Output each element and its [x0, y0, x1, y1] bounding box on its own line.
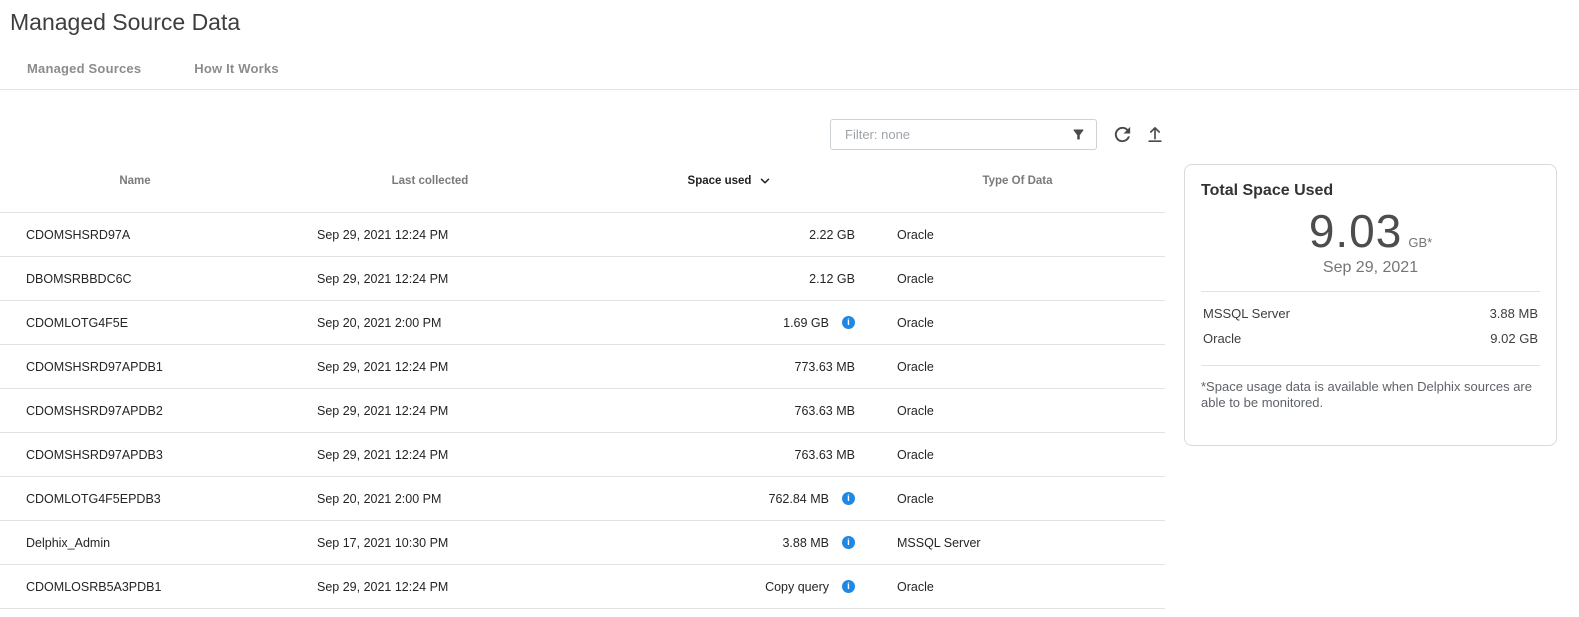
- space-used-cell: 2.22 GB i: [590, 228, 870, 242]
- info-icon[interactable]: i: [842, 536, 855, 549]
- table-row[interactable]: CDOMSHSRD97APDB2 Sep 29, 2021 12:24 PM 7…: [0, 389, 1165, 433]
- breakdown-value: 9.02 GB: [1490, 331, 1538, 346]
- space-used-cell: 773.63 MB i: [590, 360, 870, 374]
- last-collected: Sep 29, 2021 12:24 PM: [270, 228, 590, 242]
- upload-icon: [1145, 124, 1165, 145]
- main-content: Name Last collected Space used Type Of D…: [0, 90, 1579, 609]
- column-header-space-used-label: Space used: [688, 175, 752, 187]
- filter-input[interactable]: [843, 126, 1071, 143]
- space-used-cell: 763.63 MB i: [590, 404, 870, 418]
- refresh-icon: [1111, 123, 1134, 146]
- space-used-value: 763.63 MB: [795, 404, 855, 418]
- source-name: CDOMSHSRD97A: [0, 228, 270, 242]
- space-used-cell: 1.69 GB i: [590, 316, 870, 330]
- refresh-button[interactable]: [1111, 123, 1134, 146]
- total-space-unit: GB*: [1408, 235, 1432, 250]
- tab-how-it-works[interactable]: How It Works: [194, 61, 279, 76]
- panel-footnote: *Space usage data is available when Delp…: [1201, 379, 1540, 412]
- column-header-type-of-data[interactable]: Type Of Data: [870, 175, 1165, 187]
- space-breakdown-list: MSSQL Server 3.88 MB Oracle 9.02 GB: [1201, 301, 1540, 351]
- data-type: Oracle: [870, 404, 1165, 418]
- table-header-row: Name Last collected Space used Type Of D…: [0, 150, 1165, 213]
- tab-bar: Managed Sources How It Works: [27, 61, 1579, 76]
- filter-box[interactable]: [830, 119, 1097, 150]
- source-name: Delphix_Admin: [0, 536, 270, 550]
- funnel-icon[interactable]: [1071, 127, 1086, 142]
- data-type: Oracle: [870, 492, 1165, 506]
- space-used-value: 762.84 MB: [769, 492, 829, 506]
- table-body: CDOMSHSRD97A Sep 29, 2021 12:24 PM 2.22 …: [0, 213, 1165, 609]
- space-used-value: 763.63 MB: [795, 448, 855, 462]
- space-used-cell: Copy query i: [590, 580, 870, 594]
- total-space-date: Sep 29, 2021: [1201, 259, 1540, 277]
- table-row[interactable]: CDOMSHSRD97APDB3 Sep 29, 2021 12:24 PM 7…: [0, 433, 1165, 477]
- last-collected: Sep 29, 2021 12:24 PM: [270, 360, 590, 374]
- table-row[interactable]: CDOMLOTG4F5EPDB3 Sep 20, 2021 2:00 PM 76…: [0, 477, 1165, 521]
- data-type: Oracle: [870, 360, 1165, 374]
- column-header-name[interactable]: Name: [0, 175, 270, 187]
- data-type: Oracle: [870, 316, 1165, 330]
- table-row[interactable]: CDOMSHSRD97APDB1 Sep 29, 2021 12:24 PM 7…: [0, 345, 1165, 389]
- space-used-value[interactable]: Copy query: [765, 580, 829, 594]
- tab-managed-sources[interactable]: Managed Sources: [27, 61, 141, 76]
- space-used-value: 3.88 MB: [782, 536, 829, 550]
- source-name: CDOMLOTG4F5E: [0, 316, 270, 330]
- space-used-value: 1.69 GB: [783, 316, 829, 330]
- data-type: Oracle: [870, 272, 1165, 286]
- column-header-space-used[interactable]: Space used: [590, 174, 870, 188]
- space-used-value: 2.22 GB: [809, 228, 855, 242]
- breakdown-row-mssql: MSSQL Server 3.88 MB: [1201, 301, 1540, 326]
- source-name: CDOMLOSRB5A3PDB1: [0, 580, 270, 594]
- column-header-last-collected[interactable]: Last collected: [270, 175, 590, 187]
- breakdown-label: MSSQL Server: [1203, 306, 1290, 321]
- source-name: CDOMSHSRD97APDB1: [0, 360, 270, 374]
- source-name: CDOMSHSRD97APDB2: [0, 404, 270, 418]
- last-collected: Sep 29, 2021 12:24 PM: [270, 272, 590, 286]
- panel-divider-bottom: [1201, 365, 1540, 366]
- source-name: CDOMLOTG4F5EPDB3: [0, 492, 270, 506]
- table-row[interactable]: DBOMSRBBDC6C Sep 29, 2021 12:24 PM 2.12 …: [0, 257, 1165, 301]
- data-type: Oracle: [870, 228, 1165, 242]
- total-space-line: 9.03 GB*: [1201, 206, 1540, 256]
- table-toolbar: [0, 119, 1165, 150]
- info-icon[interactable]: i: [842, 492, 855, 505]
- last-collected: Sep 20, 2021 2:00 PM: [270, 316, 590, 330]
- total-space-used-panel: Total Space Used 9.03 GB* Sep 29, 2021 M…: [1184, 164, 1557, 446]
- table-row[interactable]: CDOMLOSRB5A3PDB1 Sep 29, 2021 12:24 PM C…: [0, 565, 1165, 609]
- space-used-cell: 763.63 MB i: [590, 448, 870, 462]
- upload-button[interactable]: [1145, 124, 1165, 145]
- panel-title: Total Space Used: [1201, 182, 1540, 200]
- breakdown-label: Oracle: [1203, 331, 1241, 346]
- last-collected: Sep 29, 2021 12:24 PM: [270, 580, 590, 594]
- breakdown-row-oracle: Oracle 9.02 GB: [1201, 326, 1540, 351]
- last-collected: Sep 20, 2021 2:00 PM: [270, 492, 590, 506]
- data-type: MSSQL Server: [870, 536, 1165, 550]
- total-space-value: 9.03: [1309, 206, 1403, 256]
- space-used-cell: 3.88 MB i: [590, 536, 870, 550]
- last-collected: Sep 17, 2021 10:30 PM: [270, 536, 590, 550]
- space-used-cell: 762.84 MB i: [590, 492, 870, 506]
- space-used-value: 2.12 GB: [809, 272, 855, 286]
- last-collected: Sep 29, 2021 12:24 PM: [270, 448, 590, 462]
- data-type: Oracle: [870, 448, 1165, 462]
- table-row[interactable]: CDOMSHSRD97A Sep 29, 2021 12:24 PM 2.22 …: [0, 213, 1165, 257]
- table-section: Name Last collected Space used Type Of D…: [0, 90, 1165, 609]
- space-used-cell: 2.12 GB i: [590, 272, 870, 286]
- data-type: Oracle: [870, 580, 1165, 594]
- source-name: CDOMSHSRD97APDB3: [0, 448, 270, 462]
- info-icon[interactable]: i: [842, 316, 855, 329]
- table-row[interactable]: Delphix_Admin Sep 17, 2021 10:30 PM 3.88…: [0, 521, 1165, 565]
- breakdown-value: 3.88 MB: [1490, 306, 1538, 321]
- panel-divider-top: [1201, 291, 1540, 292]
- page-title: Managed Source Data: [0, 0, 1579, 36]
- table-row[interactable]: CDOMLOTG4F5E Sep 20, 2021 2:00 PM 1.69 G…: [0, 301, 1165, 345]
- source-name: DBOMSRBBDC6C: [0, 272, 270, 286]
- space-used-value: 773.63 MB: [795, 360, 855, 374]
- last-collected: Sep 29, 2021 12:24 PM: [270, 404, 590, 418]
- info-icon[interactable]: i: [842, 580, 855, 593]
- sort-descending-chevron-down-icon: [758, 174, 772, 188]
